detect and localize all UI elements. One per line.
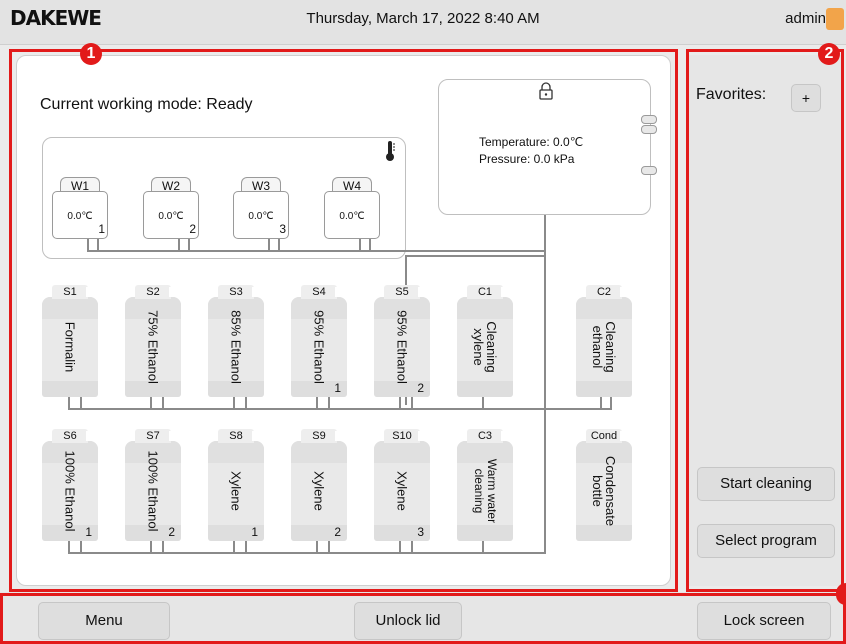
callout-frame-1 bbox=[9, 49, 678, 592]
callout-frame-3 bbox=[0, 593, 846, 644]
datetime: Thursday, March 17, 2022 8:40 AM bbox=[306, 10, 540, 27]
callout-badge-1: 1 bbox=[80, 43, 102, 65]
top-bar: DAKEWE Thursday, March 17, 2022 8:40 AM … bbox=[0, 0, 846, 45]
user-name[interactable]: admin bbox=[785, 10, 826, 27]
callout-frame-2 bbox=[686, 49, 844, 592]
avatar[interactable] bbox=[826, 8, 844, 30]
callout-badge-2: 2 bbox=[818, 43, 840, 65]
